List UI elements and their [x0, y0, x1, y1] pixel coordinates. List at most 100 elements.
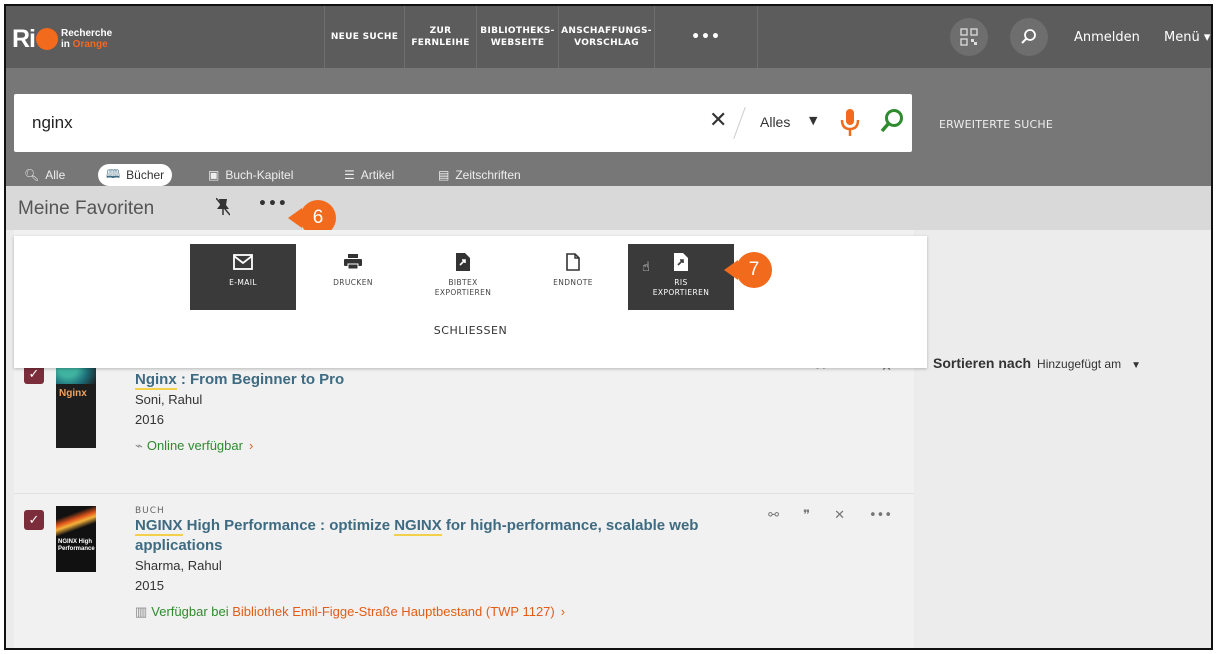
result-meta: BUCH NGINX High Performance : optimize N…	[135, 506, 698, 620]
title-highlight: NGINX	[135, 517, 183, 536]
tab-label: Artikel	[360, 168, 395, 182]
book-cover-image[interactable]: NGINX High Performance	[56, 506, 96, 572]
nav-label: •••	[691, 29, 721, 45]
search-icon: 🔍︎	[24, 168, 40, 182]
title-highlight: Nginx	[135, 371, 177, 390]
search-icon	[1021, 29, 1036, 44]
book-cover-image[interactable]: Nginx	[56, 356, 96, 448]
availability-text: Verfügbar bei	[151, 604, 233, 619]
email-label: E-MAIL	[229, 278, 257, 287]
book-icon: 🕮︎	[106, 166, 121, 181]
title-highlight: NGINX	[394, 517, 442, 536]
page-title: Meine Favoriten	[18, 198, 155, 219]
title-text: applications	[135, 537, 223, 554]
qr-code-button[interactable]	[950, 18, 988, 56]
tab-book-chapters[interactable]: ▣ Buch-Kapitel	[208, 164, 293, 186]
close-popup-button[interactable]: SCHLIESSEN	[14, 324, 927, 337]
tab-all[interactable]: 🔍︎ Alle	[24, 164, 65, 186]
result-year: 2015	[135, 578, 164, 593]
result-author: Sharma, Rahul	[135, 558, 222, 573]
ris-label: RIS EXPORTIEREN	[652, 278, 710, 297]
unpin-icon[interactable]: ✕	[834, 508, 845, 523]
sort-label: Sortieren nach	[933, 355, 1032, 371]
favorites-more-button[interactable]: •••	[258, 196, 288, 212]
email-icon	[233, 252, 253, 272]
login-link[interactable]: Anmelden	[1074, 30, 1140, 45]
nav-library-website[interactable]: BIBLIOTHEKS- WEBSEITE	[476, 6, 558, 68]
nav-more-button[interactable]: •••	[654, 6, 758, 68]
header-search-button[interactable]	[1010, 18, 1048, 56]
permalink-icon[interactable]: ⚯	[768, 508, 779, 523]
logo-line1: Recherche	[61, 28, 113, 39]
nav-new-search[interactable]: NEUE SUCHE	[324, 6, 404, 68]
availability-location: Bibliothek Emil-Figge-Straße Hauptbestan…	[232, 604, 555, 619]
print-button[interactable]: DRUCKEN	[300, 244, 406, 310]
bibtex-export-button[interactable]: BIBTEX EXPORTIEREN	[410, 244, 516, 310]
advanced-search-link[interactable]: ERWEITERTE SUCHE	[939, 118, 1053, 131]
file-icon	[566, 252, 580, 272]
tab-journals[interactable]: ▤ Zeitschriften	[438, 164, 521, 186]
availability-link[interactable]: ▥ Verfügbar bei Bibliothek Emil-Figge-Str…	[135, 604, 698, 620]
title-text: High Performance : optimize	[182, 517, 395, 534]
title-text: for high-performance, scalable web	[441, 517, 699, 534]
list-item: ✓ NGINX High Performance BUCH NGINX High…	[14, 494, 914, 648]
link-icon: ⌁	[135, 438, 143, 453]
more-actions-icon[interactable]: •••	[869, 508, 892, 523]
logo-line2-prefix: in	[61, 39, 73, 50]
unpin-icon[interactable]	[215, 197, 231, 220]
sort-value: Hinzugefügt am	[1037, 357, 1122, 371]
logo-line2-accent: Orange	[72, 39, 108, 50]
print-icon	[344, 252, 362, 272]
tab-articles[interactable]: ☰ Artikel	[344, 164, 394, 186]
nav-acquisition-proposal[interactable]: ANSCHAFFUNGS- VORSCHLAG	[558, 6, 654, 68]
nav-label: BIBLIOTHEKS- WEBSEITE	[480, 26, 555, 48]
top-navigation: Ri Recherche in Orange NEUE SUCHE ZUR FE…	[6, 6, 1211, 68]
microphone-icon[interactable]	[840, 108, 860, 142]
export-file-icon	[456, 252, 470, 272]
cover-title: NGINX High Performance	[58, 539, 95, 552]
cover-pattern	[56, 506, 96, 536]
result-checkbox[interactable]: ✓	[24, 510, 44, 530]
search-submit-icon[interactable]	[880, 108, 904, 138]
tab-label: Alle	[45, 168, 66, 182]
result-type: BUCH	[135, 506, 165, 516]
tab-books[interactable]: 🕮︎ Bücher	[98, 164, 173, 186]
search-area: ✕ Alles ▼ ERWEITERTE SUCHE 🔍︎ Alle 🕮︎ Büch…	[6, 68, 1211, 186]
ris-export-button[interactable]: ☝ RIS EXPORTIEREN	[628, 244, 734, 310]
endnote-button[interactable]: ENDNOTE	[520, 244, 626, 310]
chevron-down-icon: ▼	[1131, 360, 1141, 371]
clear-search-icon[interactable]: ✕	[709, 108, 727, 133]
result-year: 2016	[135, 412, 164, 427]
sort-control[interactable]: Sortieren nach Hinzugefügt am ▼	[933, 355, 1141, 371]
favorites-bar: Meine Favoriten •••	[6, 186, 1211, 230]
result-title[interactable]: Nginx : From Beginner to Pro	[135, 370, 344, 390]
book-chapter-icon: ▣	[208, 168, 220, 182]
availability-link[interactable]: ⌁ Online verfügbar ›	[135, 438, 344, 454]
sort-panel: Sortieren nach Hinzugefügt am ▼	[916, 230, 1211, 648]
citation-icon[interactable]: ❞	[803, 508, 810, 523]
logo-text: Recherche in Orange	[61, 28, 112, 50]
export-file-icon	[674, 252, 688, 272]
availability-text: Online verfügbar	[146, 438, 243, 453]
nav-label: NEUE SUCHE	[330, 32, 399, 42]
menu-button[interactable]: Menü ▾	[1164, 30, 1210, 45]
email-button[interactable]: E-MAIL	[190, 244, 296, 310]
chevron-down-icon[interactable]: ▼	[809, 114, 817, 127]
nav-interlibrary-loan[interactable]: ZUR FERNLEIHE	[404, 6, 476, 68]
chevron-right-icon: ›	[248, 438, 254, 453]
book-availability-icon: ▥	[135, 604, 148, 619]
search-scope-select[interactable]: Alles	[760, 114, 790, 130]
tab-label: Buch-Kapitel	[225, 168, 294, 182]
app-window: Ri Recherche in Orange NEUE SUCHE ZUR FE…	[4, 4, 1213, 650]
tab-label: Zeitschriften	[455, 168, 521, 182]
qr-code-icon	[960, 28, 978, 46]
divider	[733, 106, 746, 140]
nav-label: ANSCHAFFUNGS- VORSCHLAG	[561, 26, 652, 48]
nav-label: ZUR FERNLEIHE	[411, 26, 470, 48]
search-input[interactable]	[32, 110, 632, 136]
bibtex-label: BIBTEX EXPORTIEREN	[434, 278, 492, 297]
result-title[interactable]: NGINX High Performance : optimize NGINX …	[135, 516, 698, 556]
result-meta: BUCH Nginx : From Beginner to Pro Soni, …	[135, 360, 344, 454]
cover-title: Nginx	[59, 388, 87, 399]
rio-logo[interactable]: Ri Recherche in Orange	[12, 24, 136, 54]
